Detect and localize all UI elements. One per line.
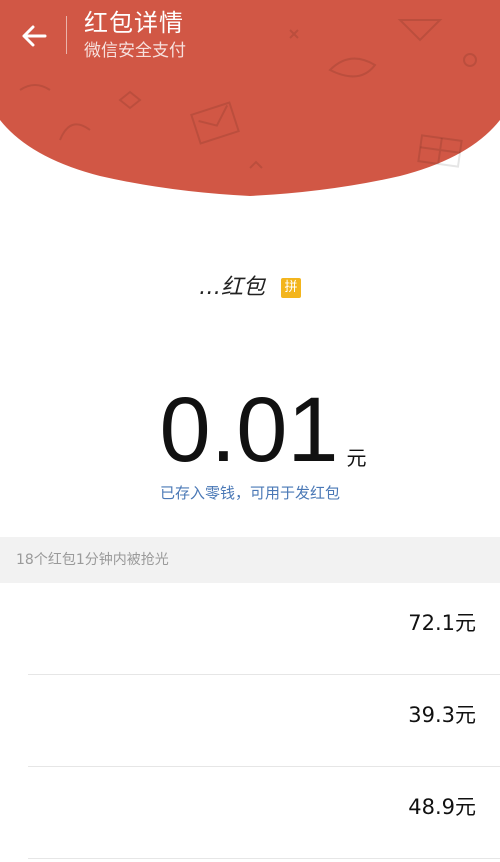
- summary-bar: 18个红包1分钟内被抢光: [0, 537, 500, 583]
- header-divider: [66, 16, 67, 54]
- list-item[interactable]: 72.1元: [0, 583, 500, 675]
- list-item[interactable]: 39.3元: [0, 675, 500, 767]
- list-item-amount: 39.3元: [408, 703, 476, 727]
- back-button[interactable]: [16, 18, 52, 54]
- sender-name: …红包: [198, 275, 265, 300]
- amount-unit: 元: [346, 446, 367, 470]
- list-divider: [28, 858, 500, 859]
- summary-text: 18个红包1分钟内被抢光: [16, 552, 169, 568]
- saved-to-balance-link[interactable]: 已存入零钱，可用于发红包: [0, 482, 500, 504]
- sender-row: …红包 拼: [0, 272, 500, 304]
- header-background: [0, 0, 500, 196]
- page-title: 红包详情: [84, 9, 184, 37]
- arrow-left-icon: [22, 25, 47, 47]
- list-item[interactable]: 48.9元: [0, 767, 500, 859]
- header: 红包详情 微信安全支付: [0, 0, 500, 200]
- list-item-amount: 48.9元: [408, 795, 476, 819]
- page-subtitle: 微信安全支付: [84, 41, 186, 61]
- list-item-amount: 72.1元: [408, 611, 476, 635]
- receiver-list: 72.1元 39.3元 48.9元: [0, 583, 500, 859]
- amount-value: 0.01: [159, 379, 339, 481]
- amount-row: 0.01 元: [0, 382, 500, 478]
- pin-badge: 拼: [281, 278, 301, 298]
